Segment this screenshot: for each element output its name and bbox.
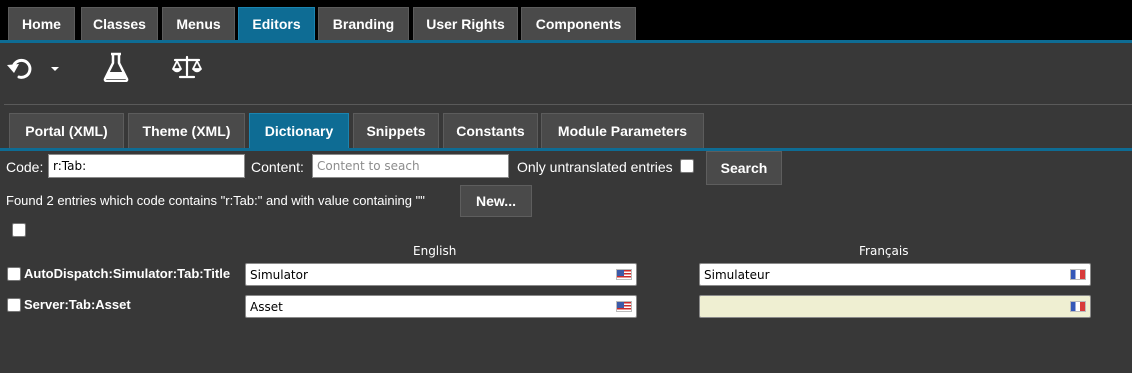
french-value-field[interactable] — [699, 295, 1091, 318]
tab-classes[interactable]: Classes — [81, 7, 158, 40]
tab-module-parameters[interactable]: Module Parameters — [541, 113, 704, 148]
code-input[interactable] — [48, 154, 245, 178]
new-entry-button[interactable]: New... — [460, 185, 532, 217]
code-label: Code: — [6, 159, 44, 175]
french-value-field[interactable]: Simulateur — [699, 263, 1091, 286]
tab-snippets[interactable]: Snippets — [353, 113, 439, 148]
column-english: English — [413, 244, 457, 258]
tab-constants[interactable]: Constants — [443, 113, 538, 148]
select-all-checkbox[interactable] — [12, 223, 26, 237]
french-flag-icon — [1070, 269, 1086, 280]
tab-editors[interactable]: Editors — [238, 7, 315, 40]
tab-home[interactable]: Home — [8, 7, 75, 40]
toolbar — [0, 46, 1132, 104]
english-value: Asset — [250, 299, 283, 314]
untranslated-checkbox[interactable] — [680, 159, 694, 173]
entry-key: Server:Tab:Asset — [24, 297, 131, 312]
untranslated-label: Only untranslated entries — [517, 159, 673, 175]
english-value-field[interactable]: Simulator — [245, 263, 637, 286]
tab-menus[interactable]: Menus — [162, 7, 235, 40]
tab-dictionary[interactable]: Dictionary — [249, 113, 349, 148]
tab-branding[interactable]: Branding — [318, 7, 409, 40]
tab-user-rights[interactable]: User Rights — [413, 7, 518, 40]
balance-scale-icon[interactable] — [172, 55, 202, 84]
tab-components[interactable]: Components — [521, 7, 636, 40]
us-flag-icon — [616, 301, 632, 312]
results-summary: Found 2 entries which code contains "r:T… — [6, 193, 425, 208]
entry-checkbox[interactable] — [7, 267, 21, 281]
entry-key: AutoDispatch:Simulator:Tab:Title — [24, 266, 231, 281]
tab-theme-xml[interactable]: Theme (XML) — [128, 113, 245, 148]
tab-portal-xml[interactable]: Portal (XML) — [9, 113, 124, 148]
entry-checkbox[interactable] — [7, 298, 21, 312]
chevron-down-icon[interactable] — [50, 59, 60, 77]
content-input[interactable] — [312, 154, 509, 178]
us-flag-icon — [616, 269, 632, 280]
content-label: Content: — [251, 159, 304, 175]
editor-tabs: Portal (XML) Theme (XML) Dictionary Snip… — [0, 112, 1132, 151]
french-value: Simulateur — [704, 267, 770, 282]
undo-icon[interactable] — [6, 55, 36, 88]
search-button[interactable]: Search — [706, 151, 782, 185]
main-nav: Home Classes Menus Editors Branding User… — [0, 0, 1132, 43]
french-flag-icon — [1070, 301, 1086, 312]
column-french: Français — [859, 244, 909, 258]
toolbar-divider — [4, 104, 1132, 105]
english-value-field[interactable]: Asset — [245, 295, 637, 318]
flask-icon[interactable] — [103, 52, 129, 87]
english-value: Simulator — [250, 267, 308, 282]
